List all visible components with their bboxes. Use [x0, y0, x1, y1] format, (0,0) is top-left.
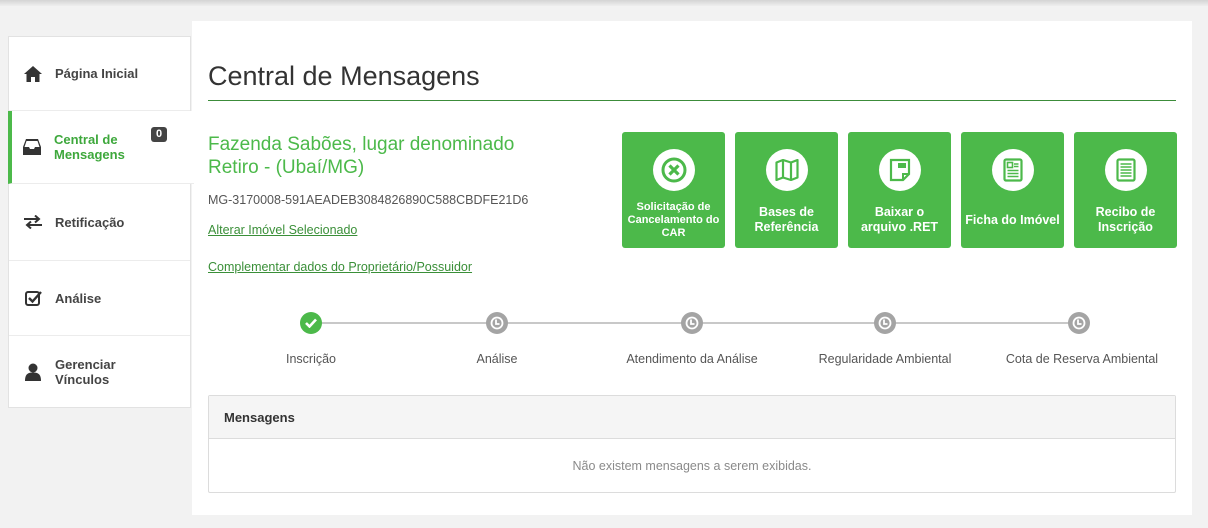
step-pending-clock-icon: [486, 312, 508, 334]
unread-count-badge: 0: [151, 127, 168, 142]
step-label-analysis: Análise: [476, 352, 518, 366]
map-icon: [765, 149, 808, 191]
step-label-environmental-reserve-quota: Cota de Reserva Ambiental: [1005, 352, 1159, 366]
step-pending-clock-icon: [874, 312, 896, 334]
sidebar-item-label: Retificação: [55, 214, 125, 230]
reference-bases-button[interactable]: Bases de Referência: [735, 132, 838, 248]
messages-panel-header: Mensagens: [209, 396, 1175, 439]
home-icon: [23, 64, 43, 84]
sidebar-item-label: Análise: [55, 290, 102, 306]
messages-empty-state: Não existem mensagens a serem exibidas.: [572, 458, 812, 473]
step-label-environmental-compliance: Regularidade Ambiental: [818, 352, 952, 366]
property-sheet-button[interactable]: Ficha do Imóvel: [961, 132, 1064, 248]
messages-panel: Mensagens Não existem mensagens a serem …: [208, 395, 1176, 493]
sidebar-item-links[interactable]: Gerenciar Vínculos: [9, 336, 190, 408]
step-pending-clock-icon: [1068, 312, 1090, 334]
inbox-icon: [22, 137, 42, 157]
sidebar-item-messages[interactable]: Central de Mensagens 0: [8, 111, 194, 184]
check-square-icon: [23, 288, 43, 308]
property-sheet-icon: [991, 149, 1034, 191]
main-panel: Central de Mensagens Fazenda Sabões, lug…: [192, 21, 1192, 515]
sidebar-item-home[interactable]: Página Inicial: [9, 37, 190, 111]
receipt-icon: [1104, 149, 1147, 191]
property-code: MG-3170008-591AEADEB3084826890C588CBDFE2…: [208, 193, 529, 207]
step-label-analysis-response: Atendimento da Análise: [626, 352, 758, 366]
exchange-arrows-icon: [23, 212, 43, 232]
title-divider: [208, 100, 1176, 101]
step-label-registration: Inscrição: [285, 352, 337, 366]
sidebar: Página Inicial Central de Mensagens 0 Re…: [8, 36, 194, 408]
property-name: Fazenda Sabões, lugar denominado Retiro …: [208, 134, 515, 178]
step-pending-clock-icon: [681, 312, 703, 334]
user-icon: [23, 362, 43, 382]
page-title: Central de Mensagens: [208, 61, 480, 91]
sidebar-item-label: Central de Mensagens: [54, 132, 125, 162]
sidebar-item-analysis[interactable]: Análise: [9, 261, 190, 336]
sidebar-item-label: Página Inicial: [55, 66, 139, 81]
top-shadow-bar: [0, 0, 1208, 6]
ret-file-icon: [878, 149, 921, 191]
registration-receipt-button[interactable]: Recibo de Inscrição: [1074, 132, 1177, 248]
cancel-car-button[interactable]: Solicitação de Cancelamento do CAR: [622, 132, 725, 248]
step-done-check-icon: [300, 312, 322, 334]
sidebar-item-label: Gerenciar Vínculos: [55, 357, 116, 387]
change-property-link[interactable]: Alterar Imóvel Selecionado: [208, 223, 357, 237]
sidebar-item-rectification[interactable]: Retificação: [9, 184, 190, 261]
complement-owner-link[interactable]: Complementar dados do Proprietário/Possu…: [208, 260, 472, 274]
cancel-circle-icon: [652, 149, 695, 191]
download-ret-button[interactable]: Baixar o arquivo .RET: [848, 132, 951, 248]
